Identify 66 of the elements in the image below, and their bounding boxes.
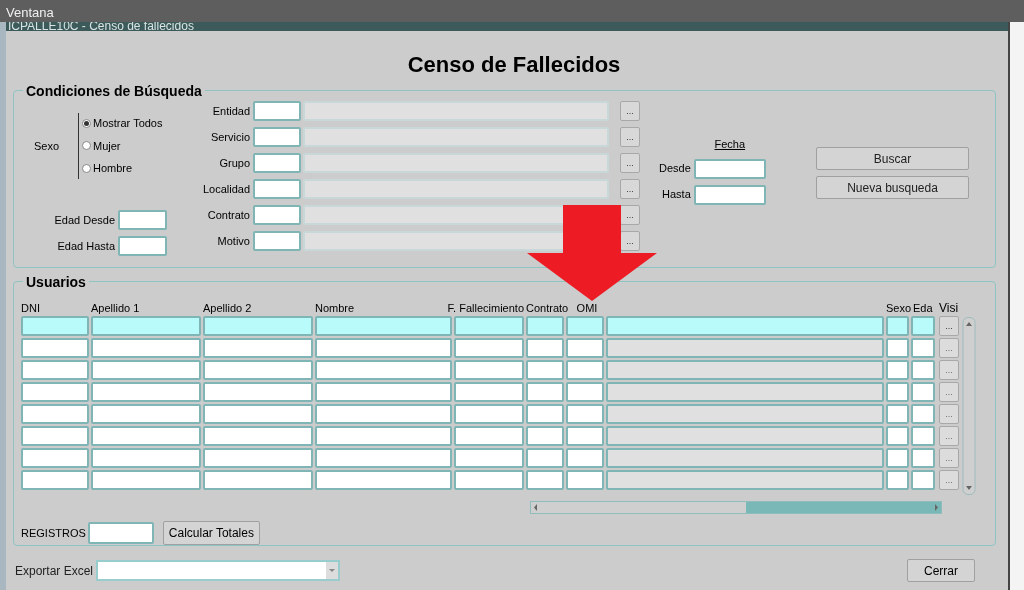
column-header: Eda <box>913 302 933 315</box>
page-title: Censo de Fallecidos <box>406 51 622 76</box>
column-header: Apellido 1 <box>91 302 140 315</box>
field-label: Edad Desde <box>54 212 115 228</box>
column-header: DNI <box>21 302 40 315</box>
table-cell[interactable] <box>526 316 564 336</box>
lookup-button[interactable]: ... <box>620 153 640 173</box>
column-header: Sexo <box>886 302 912 315</box>
column-header: Contrato <box>526 302 569 315</box>
lookup-button[interactable]: ... <box>939 316 959 336</box>
field-label: REGISTROS <box>21 525 86 541</box>
field-label: Entidad <box>211 103 250 119</box>
lookup-button[interactable]: ... <box>620 101 640 121</box>
input-field[interactable] <box>253 205 301 225</box>
table-cell[interactable] <box>21 316 89 336</box>
lookup-button[interactable]: ... <box>620 179 640 199</box>
action-button[interactable]: Buscar <box>816 147 969 170</box>
field-label: Desde <box>659 161 691 177</box>
field-label: Contrato <box>206 207 250 223</box>
menu-item[interactable]: Ventana <box>6 2 54 22</box>
lookup-button[interactable]: ... <box>620 231 640 251</box>
input-field[interactable] <box>693 158 766 179</box>
vertical-scrollbar[interactable] <box>962 317 976 495</box>
dropdown-field[interactable] <box>96 560 341 581</box>
column-header: Apellido 2 <box>203 302 252 315</box>
column-header: Visi <box>939 301 959 315</box>
column-header: OMI <box>576 302 598 315</box>
input-field[interactable] <box>118 210 167 230</box>
calculate-button[interactable]: Calcular Totales <box>162 521 260 545</box>
table-cell[interactable] <box>91 316 201 336</box>
close-button[interactable]: Cerrar <box>907 559 976 582</box>
input-field[interactable] <box>118 236 167 256</box>
table-cell[interactable] <box>203 316 313 336</box>
field-label: Grupo <box>218 155 250 171</box>
field-label: Localidad <box>201 181 250 197</box>
input-field[interactable] <box>87 522 154 544</box>
radio-button[interactable]: Mostrar Todos <box>82 115 163 132</box>
window-title: ICPALLE10C - Censo de fallecidos <box>8 22 194 31</box>
column-header: Nombre <box>315 302 355 315</box>
input-field[interactable] <box>253 153 301 173</box>
horizontal-scrollbar[interactable] <box>530 501 942 514</box>
input-field[interactable] <box>253 231 301 251</box>
input-field[interactable] <box>693 184 766 205</box>
action-button[interactable]: Nueva busqueda <box>816 176 969 199</box>
field-label: Servicio <box>209 129 250 145</box>
radio-button[interactable]: Mujer <box>82 137 163 154</box>
field-label: Edad Hasta <box>57 238 115 254</box>
field-label: Exportar Excel <box>15 562 94 580</box>
field-label: Hasta <box>662 187 691 203</box>
caret-icon <box>326 562 339 579</box>
input-field[interactable] <box>253 101 301 121</box>
lookup-button[interactable]: ... <box>620 205 640 225</box>
section-label: Fecha <box>713 137 747 152</box>
table-cell[interactable] <box>454 316 524 336</box>
field-label: Sexo <box>34 138 61 154</box>
table-cell[interactable] <box>606 316 884 336</box>
table-cell[interactable] <box>566 316 604 336</box>
field-label: Motivo <box>216 233 250 249</box>
lookup-button[interactable]: ... <box>620 127 640 147</box>
column-header: F. Fallecimiento <box>447 302 524 315</box>
radio-button[interactable]: Hombre <box>82 160 163 177</box>
input-field[interactable] <box>253 179 301 199</box>
table-cell[interactable] <box>911 316 935 336</box>
table-cell[interactable] <box>886 316 909 336</box>
table-cell[interactable] <box>315 316 452 336</box>
input-field[interactable] <box>253 127 301 147</box>
